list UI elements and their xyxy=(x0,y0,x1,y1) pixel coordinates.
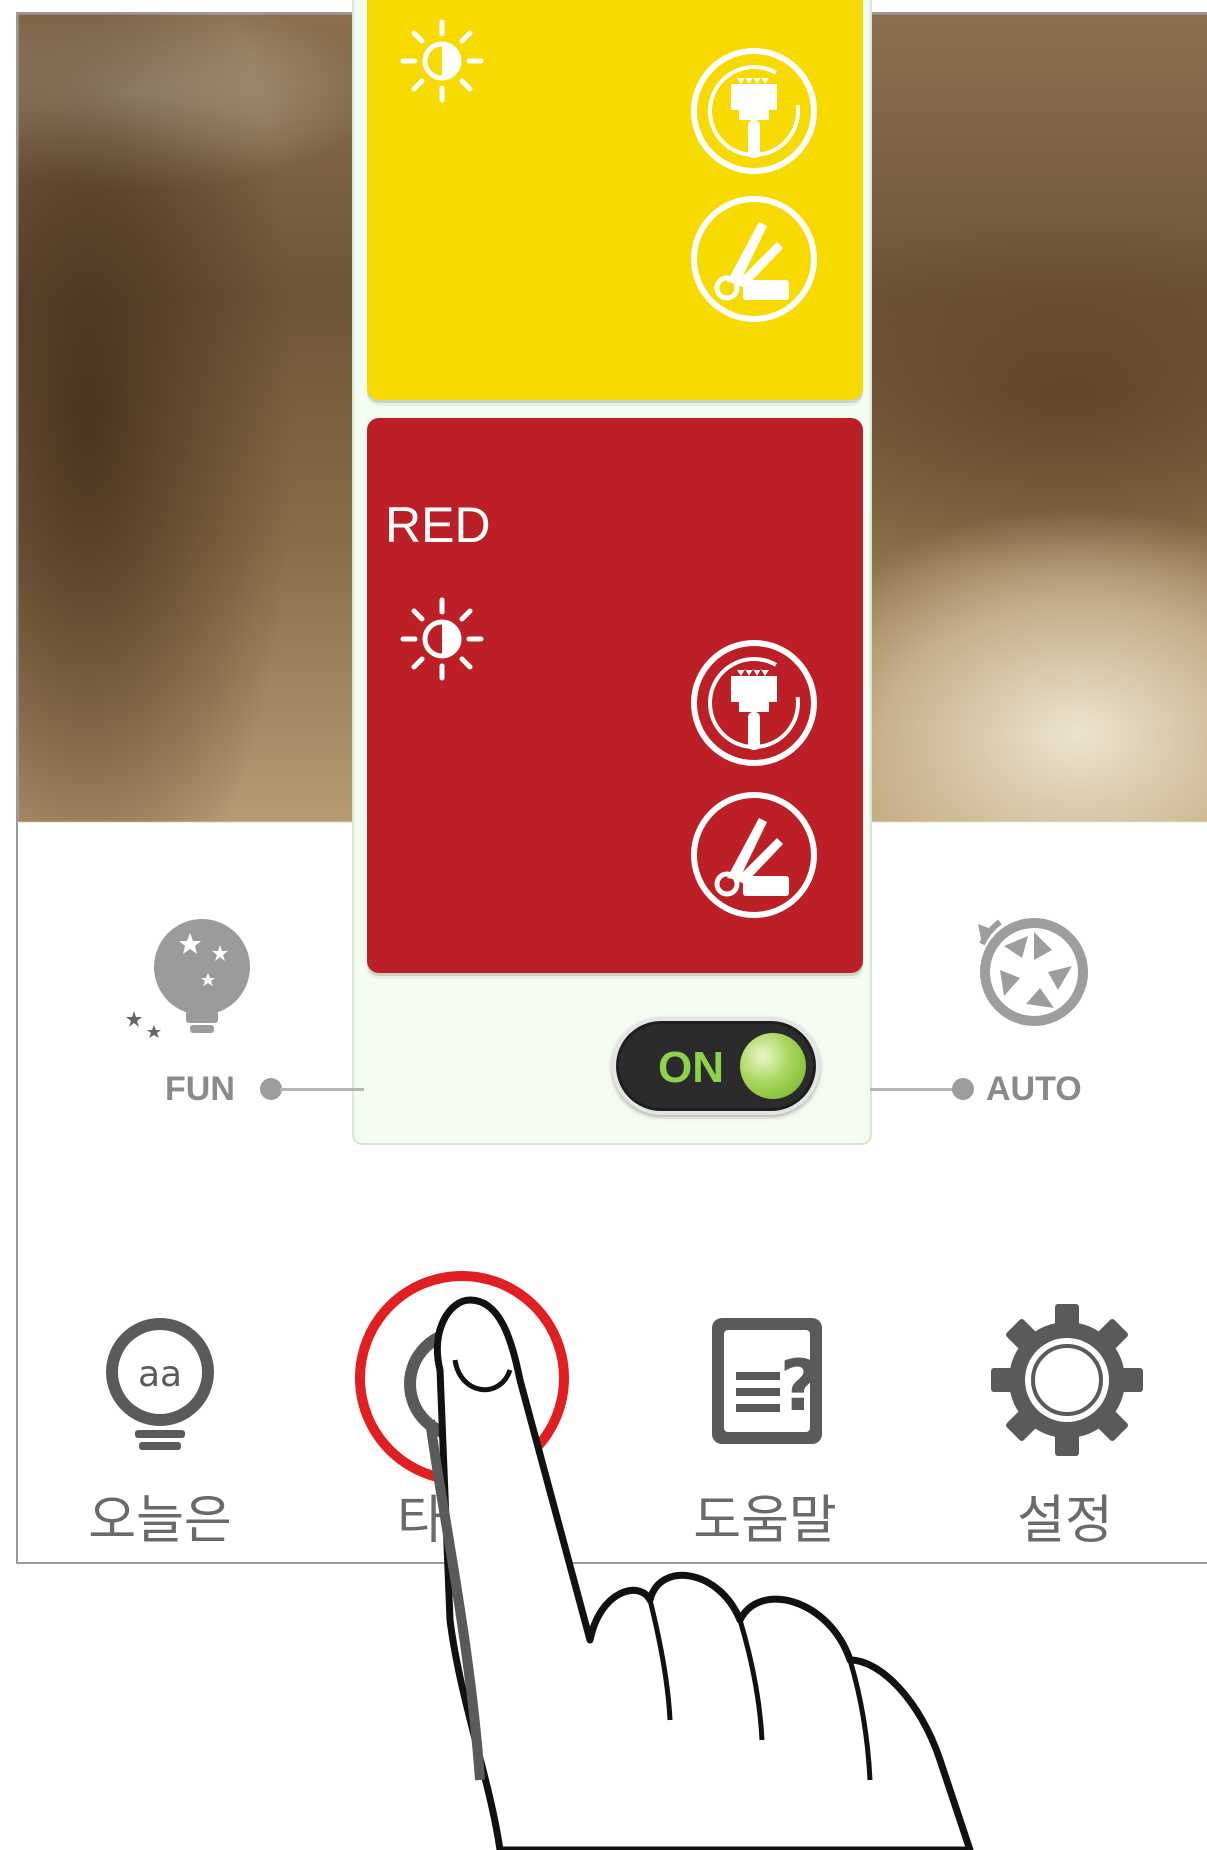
brightness-icon xyxy=(400,19,484,103)
lightbulb-icon: aa xyxy=(106,1318,214,1450)
nav-item-settings[interactable]: 설정 xyxy=(955,1290,1175,1551)
toggle-label: ON xyxy=(658,1043,724,1092)
color-card-red[interactable]: RED xyxy=(367,418,863,973)
fun-mode-dot xyxy=(260,1078,282,1100)
auto-aperture-icon[interactable] xyxy=(960,900,1100,1040)
nav-label-settings: 설정 xyxy=(1017,1491,1113,1551)
paint-brush-icon[interactable] xyxy=(687,636,821,770)
color-palette-icon[interactable] xyxy=(687,192,821,326)
color-palette-icon[interactable] xyxy=(687,788,821,922)
stopwatch-icon xyxy=(404,1308,520,1442)
svg-text:aa: aa xyxy=(138,1354,182,1395)
nav-item-help[interactable]: ? 도움말 xyxy=(655,1290,875,1551)
fun-connector-line xyxy=(280,1088,364,1091)
auto-mode-label: AUTO xyxy=(986,1070,1082,1108)
nav-item-today[interactable]: aa 오늘은 xyxy=(50,1290,270,1551)
nav-item-timer[interactable]: 타 xyxy=(352,1271,572,1551)
paint-brush-icon[interactable] xyxy=(687,44,821,178)
brightness-icon xyxy=(400,597,484,681)
fun-mode-label: FUN xyxy=(165,1070,235,1108)
help-document-icon: ? xyxy=(712,1318,822,1444)
nav-label-timer: 타 xyxy=(397,1491,445,1551)
svg-text:?: ? xyxy=(780,1345,821,1427)
auto-mode-dot xyxy=(952,1078,974,1100)
gear-icon xyxy=(991,1304,1143,1456)
auto-connector-line xyxy=(870,1088,960,1091)
fun-bulb-icon[interactable] xyxy=(120,915,270,1055)
timer-toggle-switch[interactable]: ON xyxy=(612,1017,820,1115)
color-card-yellow[interactable] xyxy=(367,0,863,400)
nav-label-help: 도움말 xyxy=(693,1491,837,1551)
nav-label-today: 오늘은 xyxy=(88,1491,232,1551)
card-title: RED xyxy=(385,497,491,553)
toggle-knob xyxy=(740,1033,806,1099)
